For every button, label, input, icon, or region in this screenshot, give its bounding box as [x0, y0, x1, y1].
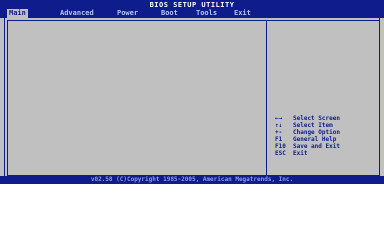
help-row-exit: ESC Exit: [275, 150, 307, 157]
settings-pane: [7, 20, 267, 176]
tab-advanced[interactable]: Advanced: [58, 9, 96, 18]
help-row-select-item: ↑↓ Select Item: [275, 122, 333, 129]
tab-tools[interactable]: Tools: [194, 9, 219, 18]
help-desc: Save and Exit: [293, 143, 340, 150]
tab-main[interactable]: Main: [7, 9, 28, 18]
help-key: F10: [275, 143, 286, 150]
bios-header: BIOS SETUP UTILITY Main Advanced Power B…: [0, 0, 384, 18]
help-key: ↑↓: [275, 122, 283, 129]
help-row-general-help: F1 General Help: [275, 136, 336, 143]
tab-boot[interactable]: Boot: [159, 9, 180, 18]
help-desc: Exit: [293, 150, 308, 157]
help-desc: General Help: [293, 136, 337, 143]
bios-footer: v02.58 (C)Copyright 1985-2005, American …: [0, 176, 384, 184]
help-key: +-: [275, 129, 283, 136]
tab-power[interactable]: Power: [115, 9, 140, 18]
tab-exit[interactable]: Exit: [232, 9, 253, 18]
help-row-change-option: +- Change Option: [275, 129, 340, 136]
help-row-save-exit: F10 Save and Exit: [275, 143, 340, 150]
bios-title: BIOS SETUP UTILITY: [149, 1, 235, 9]
help-desc: Select Screen: [293, 115, 340, 122]
help-row-select-screen: ←→ Select Screen: [275, 115, 340, 122]
help-key: F1: [275, 136, 283, 143]
copyright-text: v02.58 (C)Copyright 1985-2005, American …: [90, 176, 294, 183]
help-desc: Select Item: [293, 122, 333, 129]
help-key: ESC: [275, 150, 286, 157]
help-desc: Change Option: [293, 129, 340, 136]
help-key: ←→: [275, 115, 283, 122]
bios-screen: BIOS SETUP UTILITY Main Advanced Power B…: [0, 0, 384, 244]
